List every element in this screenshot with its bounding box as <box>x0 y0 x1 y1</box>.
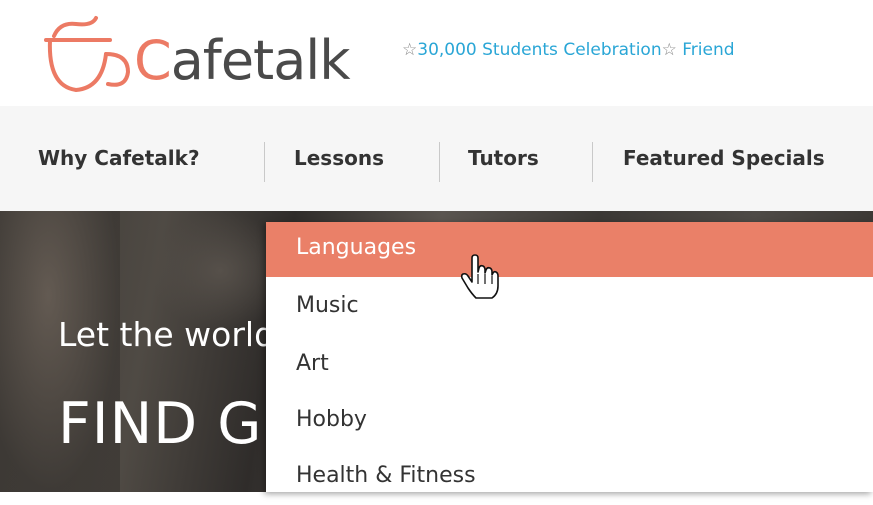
menu-item-label: Music <box>296 293 359 318</box>
menu-item-label: Languages <box>296 235 417 260</box>
promo-text: 30,000 Students Celebration <box>417 40 662 60</box>
menu-item-hobby[interactable]: Hobby <box>266 394 873 449</box>
nav-item-lessons[interactable]: Lessons <box>294 146 384 170</box>
nav-item-tutors[interactable]: Tutors <box>468 146 539 170</box>
promo-link[interactable]: ☆30,000 Students Celebration☆ Friend <box>402 40 735 60</box>
menu-item-label: Art <box>296 351 329 376</box>
lessons-dropdown-menu: Languages Music Art Hobby Health & Fitne… <box>266 222 873 492</box>
menu-item-label: Health & Fitness <box>296 463 476 488</box>
nav-item-why-cafetalk[interactable]: Why Cafetalk? <box>38 146 200 170</box>
menu-item-languages[interactable]: Languages <box>266 222 873 277</box>
cafetalk-logo[interactable]: Cafetalk <box>36 14 366 98</box>
coffee-cup-icon <box>44 16 131 93</box>
nav-divider <box>592 142 593 182</box>
menu-item-art[interactable]: Art <box>266 338 873 393</box>
hand-pointer-icon <box>460 254 499 299</box>
star-icon: ☆ <box>661 40 677 60</box>
menu-item-health-fitness[interactable]: Health & Fitness <box>266 450 873 505</box>
menu-item-music[interactable]: Music <box>266 280 873 335</box>
menu-item-label: Hobby <box>296 407 367 432</box>
star-icon: ☆ <box>402 40 418 60</box>
main-nav: Why Cafetalk? Lessons Tutors Featured Sp… <box>0 106 873 211</box>
site-header: Cafetalk ☆30,000 Students Celebration☆ F… <box>0 0 873 106</box>
promo-trailing-text: Friend <box>682 40 735 60</box>
nav-divider <box>264 142 265 182</box>
logo-wordmark: Cafetalk <box>134 29 351 92</box>
nav-divider <box>439 142 440 182</box>
nav-item-featured-specials[interactable]: Featured Specials <box>623 146 825 170</box>
